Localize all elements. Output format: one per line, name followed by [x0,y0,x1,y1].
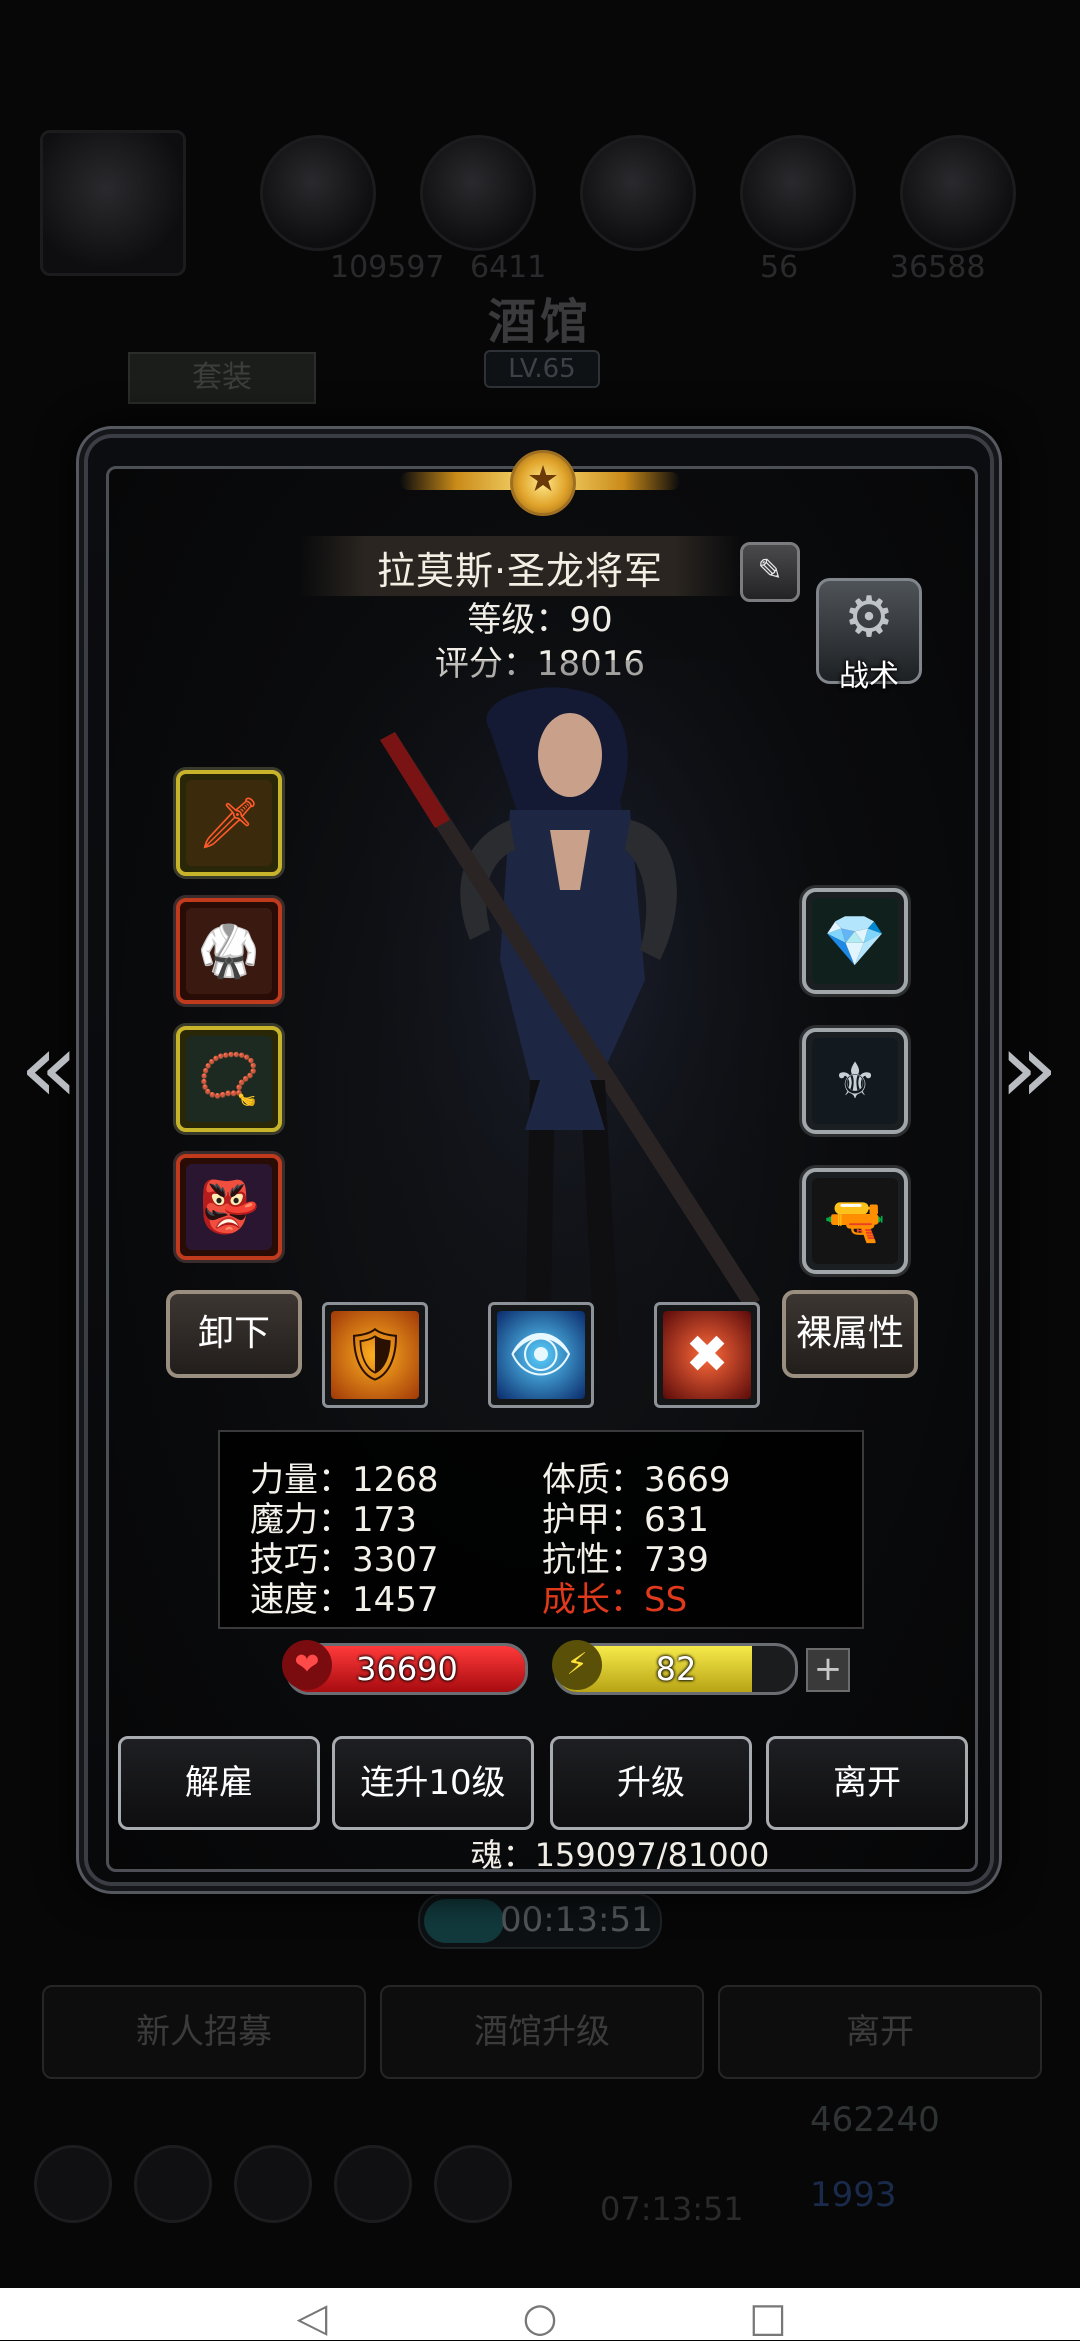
system-navigation-bar: ◁ ○ □ [0,2288,1080,2340]
necklace-icon: 📿 [186,1036,272,1122]
background-menu-icon [334,2145,412,2223]
skill-slot-2[interactable]: 👁 [488,1302,594,1408]
background-timer-fill [424,1899,504,1943]
base-attributes-button[interactable]: 裸属性 [782,1290,918,1378]
gem-icon: 💎 [812,898,898,984]
add-energy-button[interactable]: + [806,1648,850,1692]
level-up-button[interactable]: 升级 [550,1736,752,1830]
equip-slot-helmet[interactable]: 👺 [176,1154,282,1260]
lightning-icon: ⚡ [552,1640,602,1690]
hero-level: 等级：90 [467,600,613,640]
home-icon[interactable]: ○ [518,2296,562,2340]
emblem-icon: ⚜ [812,1038,898,1124]
background-menu-icon [434,2145,512,2223]
background-number: 6411 [470,250,547,285]
background-set-tab: 套装 [128,352,316,404]
background-menu-icon [134,2145,212,2223]
dismiss-button[interactable]: 解雇 [118,1736,320,1830]
hero-name: 拉莫斯·圣龙将军 [376,549,664,593]
skill-slot-3[interactable]: ✖ [654,1302,760,1408]
background-recruit-button: 新人招募 [42,1985,366,2079]
recents-icon[interactable]: □ [746,2296,790,2340]
background-level-badge: LV.65 [484,350,600,388]
crest-core [510,450,576,516]
background-upgrade-tavern-button: 酒馆升级 [380,1985,704,2079]
background-gems: 1993 [810,2175,897,2215]
equip-slot-gem[interactable]: 💎 [802,888,908,994]
eye-skill-icon: 👁 [497,1311,585,1399]
equip-slot-emblem[interactable]: ⚜ [802,1028,908,1134]
background-slot [900,135,1016,251]
stat-growth: 成长：SS [542,1580,688,1620]
background-menu-icon [34,2145,112,2223]
tactics-button[interactable]: ⚙ 战术 [816,578,922,694]
background-avatar-slot [40,130,186,276]
shield-skill-icon: 🛡 [331,1311,419,1399]
tactics-label: 战术 [839,659,899,694]
background-slot [580,135,696,251]
robe-icon: 🥋 [186,908,272,994]
skill-slot-1[interactable]: 🛡 [322,1302,428,1408]
background-number: 109597 [330,250,445,285]
equip-slot-weapon[interactable]: 🗡 [176,770,282,876]
gear-icon: ⚙ [843,585,895,650]
equip-slot-armor[interactable]: 🥋 [176,898,282,1004]
previous-hero-arrow[interactable]: « [14,1018,84,1118]
background-leave-button: 离开 [718,1985,1042,2079]
mask-icon: 👺 [186,1164,272,1250]
background-slot [740,135,856,251]
sword-icon: 🗡 [186,780,272,866]
background-number: 36588 [890,250,986,285]
stat-speed: 速度：1457 [250,1580,439,1620]
soul-cost: 魂：159097/81000 [470,1836,770,1874]
unequip-button[interactable]: 卸下 [166,1290,302,1378]
background-slot [260,135,376,251]
equip-slot-gun[interactable]: 🔫 [802,1168,908,1274]
background-title: 酒馆 [487,294,592,350]
hero-portrait [340,660,810,1400]
gun-icon: 🔫 [812,1178,898,1264]
background-gold: 462240 [810,2100,940,2140]
equip-slot-necklace[interactable]: 📿 [176,1026,282,1132]
level-up-10-button[interactable]: 连升10级 [332,1736,534,1830]
background-resource-slots [40,130,1050,276]
back-icon[interactable]: ◁ [290,2296,334,2340]
background-menu-icon [234,2145,312,2223]
slash-skill-icon: ✖ [663,1311,751,1399]
background-slot [420,135,536,251]
next-hero-arrow[interactable]: » [994,1018,1064,1118]
background-resource-numbers: 109597 6411 56 36588 [330,250,1030,285]
leave-button[interactable]: 离开 [766,1736,968,1830]
crest-emblem-icon [400,430,680,530]
background-clock: 07:13:51 [600,2190,744,2228]
heart-icon: ❤ [282,1640,332,1690]
background-timer: 00:13:51 [500,1900,653,1940]
background-number: 56 [760,250,799,285]
pencil-icon: ✎ [757,553,783,588]
